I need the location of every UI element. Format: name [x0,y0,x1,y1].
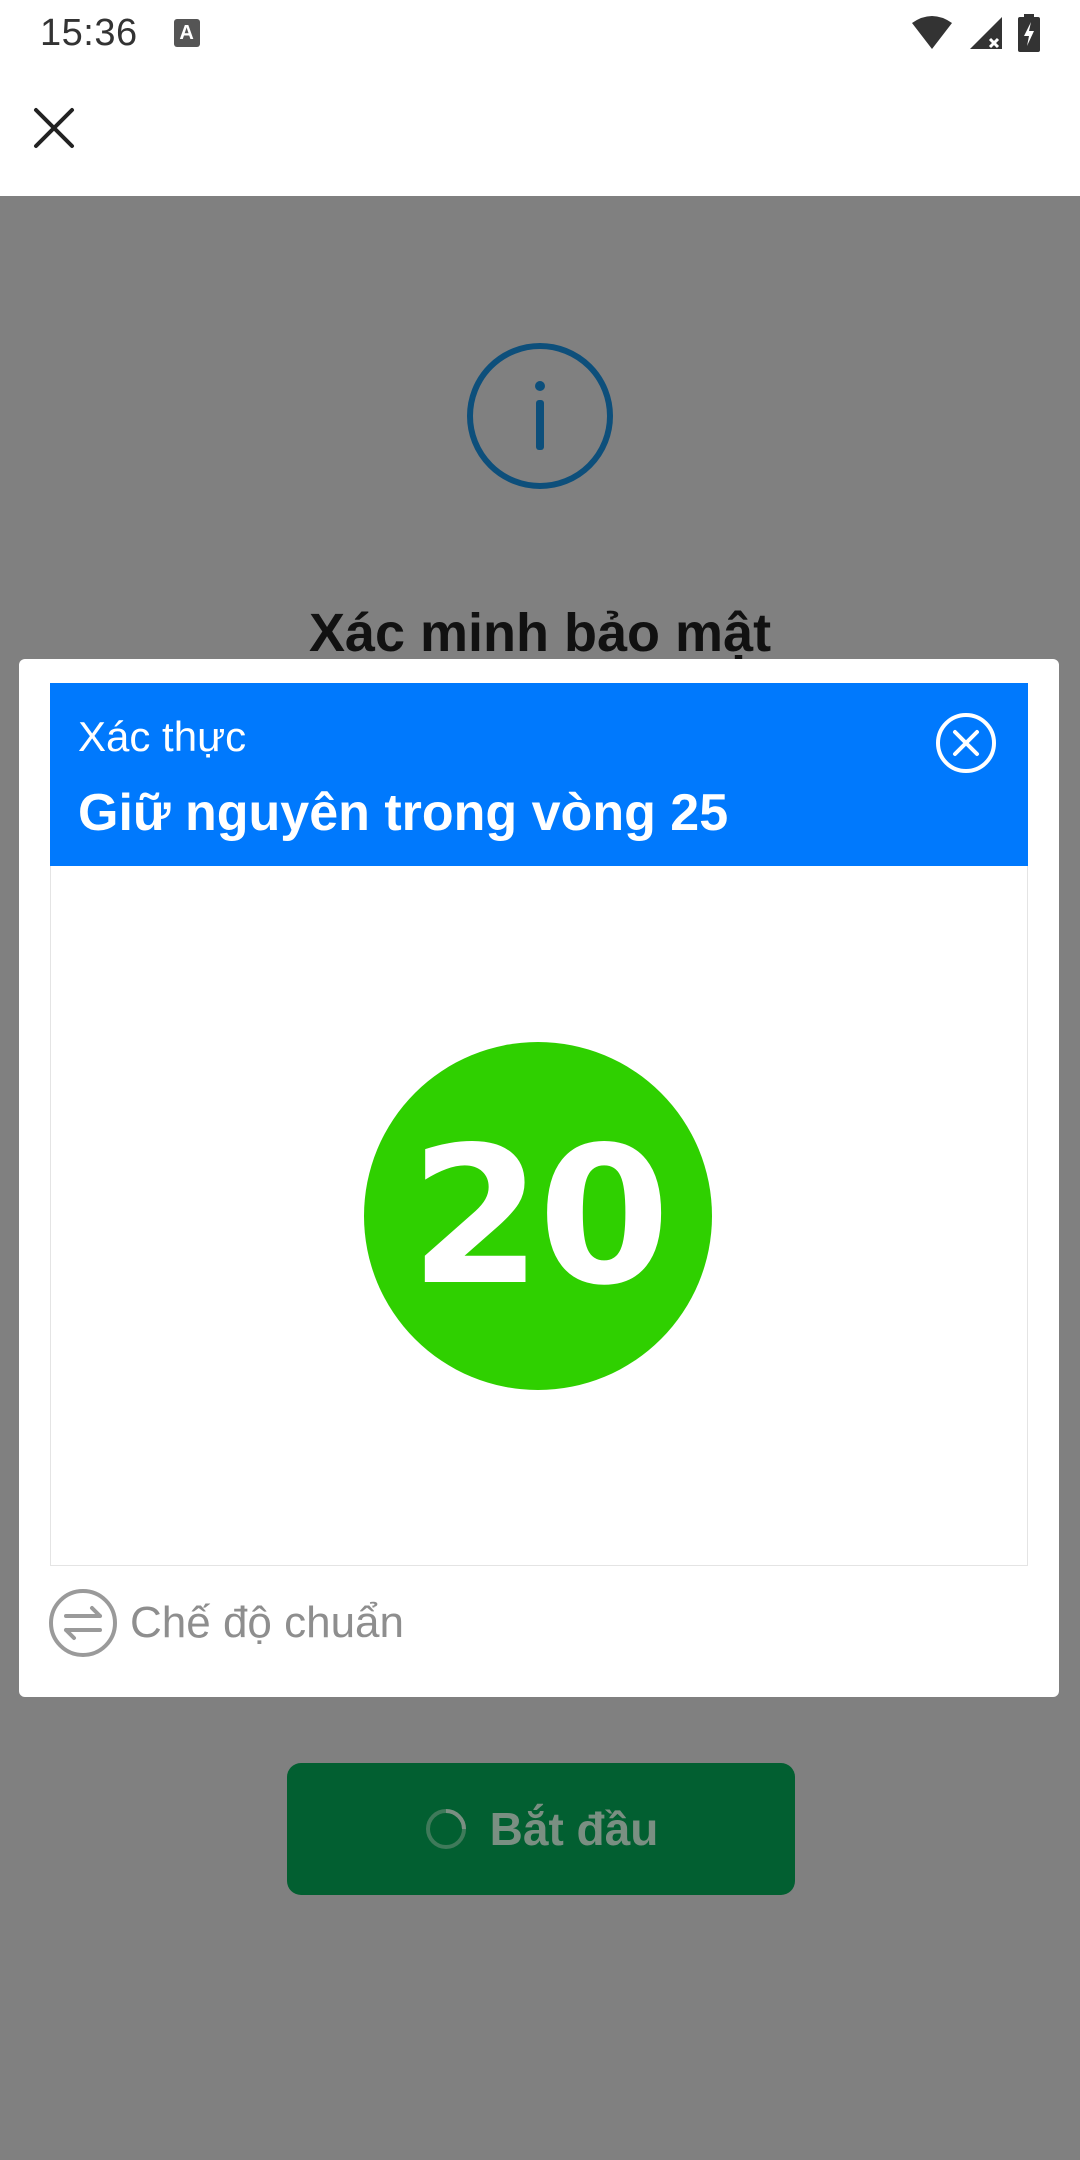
dialog-subtitle: Xác thực [78,713,247,760]
dialog-header: Xác thực Giữ nguyên trong vòng 25 [50,683,1028,866]
app-bar [0,66,1080,196]
status-icons [910,14,1040,52]
close-circle-icon[interactable] [934,711,998,775]
start-button-label: Bắt đầu [489,1803,659,1855]
page-title: Xác minh bảo mật [308,603,772,663]
mode-switch[interactable]: Chế độ chuẩn [48,1586,404,1660]
start-button[interactable]: Bắt đầu [287,1763,795,1895]
a-notification-icon: A [173,19,200,47]
status-bar: 15:36 A [0,0,1080,66]
close-icon[interactable] [30,104,78,152]
status-time: 15:36 [40,11,138,54]
mode-label: Chế độ chuẩn [130,1598,404,1647]
verification-dialog: Xác thực Giữ nguyên trong vòng 25 20 Chế… [19,659,1059,1697]
countdown-number: 20 [409,1105,670,1327]
swap-icon [49,1589,117,1657]
signal-icon [970,17,1002,49]
wifi-icon [912,16,952,49]
loading-spinner-icon [425,1809,466,1849]
dialog-body: 20 [50,866,1028,1566]
info-icon [467,343,613,489]
countdown-circle: 20 [364,1042,712,1390]
battery-charging-icon [1018,14,1040,52]
dialog-title: Giữ nguyên trong vòng 25 [78,784,729,842]
